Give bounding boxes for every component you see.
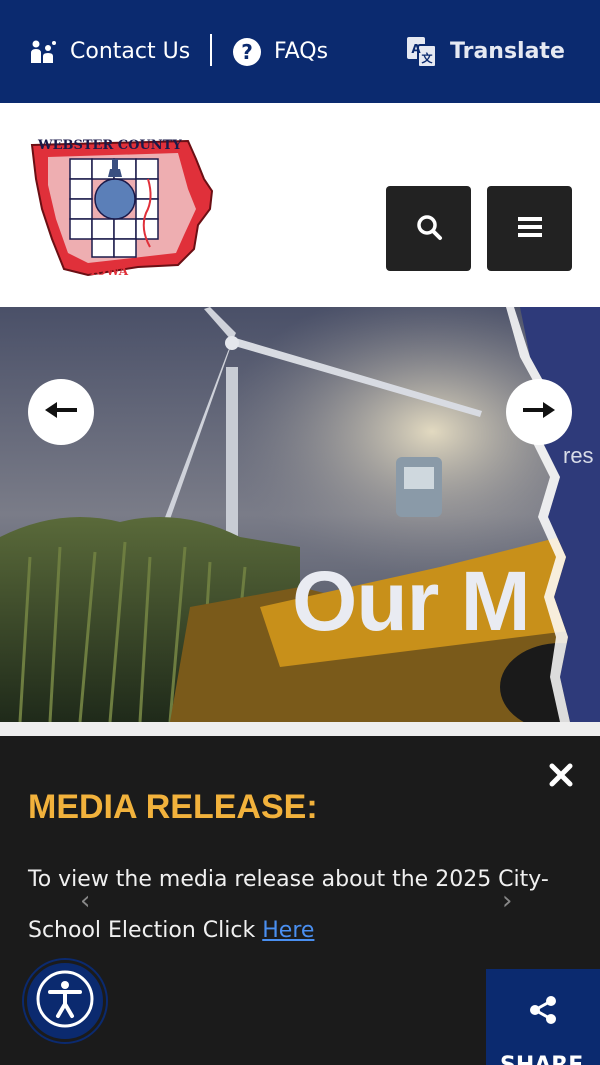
svg-text:A: A <box>411 42 421 56</box>
arrow-right-icon <box>521 400 557 424</box>
logo-text-top: WEBSTER COUNTY <box>37 138 182 153</box>
hero-bottom-strip <box>0 722 600 736</box>
contact-us-label: Contact Us <box>70 39 191 64</box>
share-icon <box>528 995 558 1029</box>
translate-button[interactable]: A 文 Translate <box>406 0 565 103</box>
alert-title: MEDIA RELEASE: <box>28 788 318 826</box>
faqs-label: FAQs <box>274 39 329 64</box>
share-label: SHARE <box>500 1053 583 1065</box>
slider-prev-button[interactable] <box>28 379 94 445</box>
hero-headline: Our M <box>292 554 531 648</box>
hero-slider: res Our M <box>0 307 600 722</box>
hero-image <box>0 307 600 722</box>
translate-icon: A 文 <box>406 36 438 68</box>
contact-us-link[interactable]: Contact Us <box>28 0 190 103</box>
slider-next-button[interactable] <box>506 379 572 445</box>
search-button[interactable] <box>386 186 471 271</box>
share-button[interactable]: SHARE <box>486 969 600 1065</box>
svg-text:?: ? <box>241 40 253 64</box>
alert-here-link[interactable]: Here <box>262 918 314 943</box>
site-header: WEBSTER COUNTY IOWA <box>0 103 600 307</box>
translate-label: Translate <box>450 39 565 64</box>
search-icon <box>415 213 443 245</box>
accessibility-icon <box>34 968 96 1034</box>
topbar-divider <box>210 34 212 66</box>
alert-close-button[interactable] <box>546 762 576 792</box>
accessibility-button[interactable] <box>24 960 106 1042</box>
faqs-link[interactable]: ? FAQs <box>232 0 328 103</box>
hamburger-menu-icon <box>516 215 544 243</box>
people-icon <box>28 39 58 65</box>
close-icon <box>549 763 573 791</box>
hero-caption-partial: res <box>563 443 594 468</box>
utility-bar: Contact Us ? FAQs A 文 Translate <box>0 0 600 103</box>
logo-text-bottom: IOWA <box>90 264 129 278</box>
arrow-left-icon <box>43 400 79 424</box>
svg-text:文: 文 <box>422 51 434 65</box>
alert-body: To view the media release about the 2025… <box>28 854 588 956</box>
webster-county-logo[interactable]: WEBSTER COUNTY IOWA <box>28 129 218 281</box>
menu-button[interactable] <box>487 186 572 271</box>
question-circle-icon: ? <box>232 37 262 67</box>
